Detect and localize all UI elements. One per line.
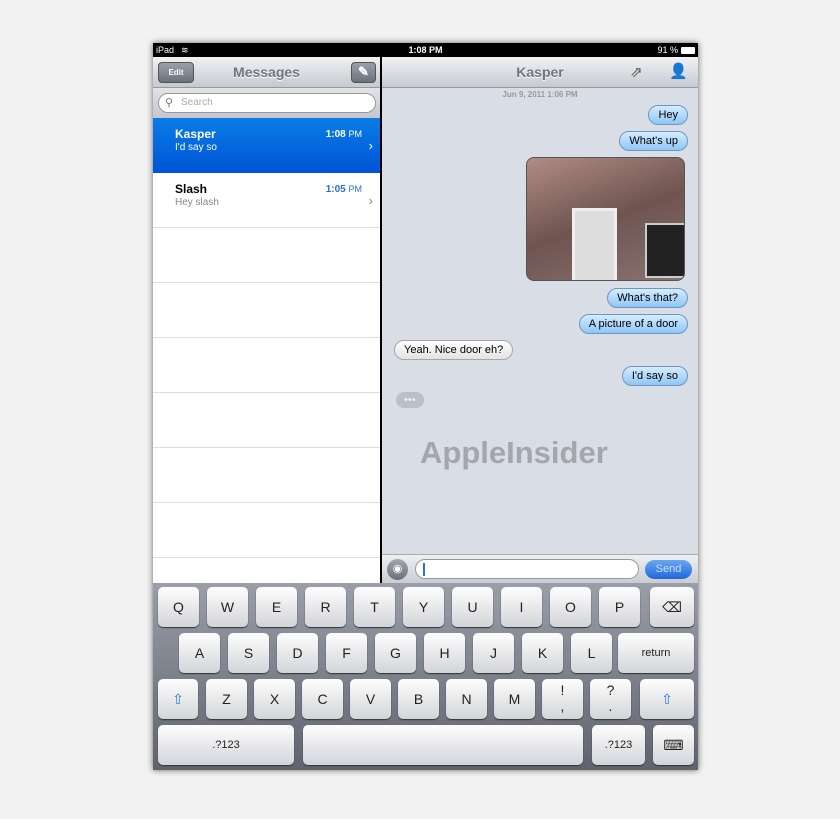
key-s[interactable]: S xyxy=(228,633,269,673)
messages-title: Messages xyxy=(233,64,300,80)
key-c[interactable]: C xyxy=(302,679,343,719)
key-question-period[interactable]: ? . xyxy=(590,679,631,719)
key-w[interactable]: W xyxy=(207,587,248,627)
search-input[interactable]: Search xyxy=(158,93,376,113)
search-icon: ⚲ xyxy=(165,97,174,109)
watermark-logo: AppleInsider xyxy=(420,435,608,470)
message-bubble: What's that? xyxy=(607,288,688,308)
key-l[interactable]: L xyxy=(571,633,612,673)
search-bar: Search ⚲ xyxy=(153,88,380,118)
key-i[interactable]: I xyxy=(501,587,542,627)
conversation-nav-bar: Kasper ⇗ 👤 xyxy=(382,57,698,88)
battery-icon xyxy=(681,47,695,54)
text-cursor xyxy=(423,563,425,576)
keyboard: Q W E R T Y U I O P ⌫ A S D F G H J K Lreturn ⇧ Z X C V B N M! ,? .… xyxy=(153,583,698,770)
photo-message[interactable] xyxy=(526,157,685,281)
key-y[interactable]: Y xyxy=(403,587,444,627)
key-k[interactable]: K xyxy=(522,633,563,673)
thread-name: Slash xyxy=(175,182,208,196)
empty-row xyxy=(153,228,380,283)
battery-percent: 91 % xyxy=(657,45,678,55)
empty-row xyxy=(153,338,380,393)
thread-time: 1:05 PM xyxy=(325,184,362,195)
key-n[interactable]: N xyxy=(446,679,487,719)
thread-preview: Hey slash xyxy=(175,197,219,208)
key-e[interactable]: E xyxy=(256,587,297,627)
list-nav-bar: Edit Messages ✎ xyxy=(153,57,380,88)
conversation-pane: Kasper ⇗ 👤 Jun 9, 2011 1:06 PM Hey What'… xyxy=(382,57,698,583)
thread-time: 1:08 PM xyxy=(325,129,362,140)
key-p[interactable]: P xyxy=(599,587,640,627)
camera-icon[interactable]: ◉ xyxy=(387,559,408,580)
compose-bar: ◉ Send xyxy=(382,554,698,583)
key-v[interactable]: V xyxy=(350,679,391,719)
send-button[interactable]: Send xyxy=(645,560,692,579)
key-m[interactable]: M xyxy=(494,679,535,719)
key-q[interactable]: Q xyxy=(158,587,199,627)
message-bubble: I'd say so xyxy=(621,366,688,386)
backspace-key[interactable]: ⌫ xyxy=(650,587,694,627)
empty-row xyxy=(153,503,380,558)
monitor-image xyxy=(645,223,684,278)
space-key[interactable] xyxy=(303,725,583,765)
key-z[interactable]: Z xyxy=(206,679,247,719)
key-g[interactable]: G xyxy=(375,633,416,673)
thread-name: Kasper xyxy=(175,127,216,141)
share-icon[interactable]: ⇗ xyxy=(630,63,643,81)
clock: 1:08 PM xyxy=(408,45,443,55)
key-j[interactable]: J xyxy=(473,633,514,673)
contact-icon[interactable]: 👤 xyxy=(669,62,688,80)
conversation-timestamp: Jun 9, 2011 1:06 PM xyxy=(502,90,578,99)
key-u[interactable]: U xyxy=(452,587,493,627)
empty-row xyxy=(153,283,380,338)
hide-keyboard-icon[interactable]: ⌨ xyxy=(653,725,694,765)
conversation-list-pane: Edit Messages ✎ Search ⚲ Kasper I'd say … xyxy=(153,57,380,583)
message-bubble: What's up xyxy=(619,131,688,151)
empty-row xyxy=(153,448,380,503)
key-b[interactable]: B xyxy=(398,679,439,719)
key-exclaim-comma[interactable]: ! , xyxy=(542,679,583,719)
thread-row-kasper[interactable]: Kasper I'd say so 1:08 PM › xyxy=(153,118,380,173)
return-key[interactable]: return xyxy=(618,633,694,673)
numbers-key-left[interactable]: .?123 xyxy=(158,725,294,765)
message-bubble: A picture of a door xyxy=(578,314,688,334)
message-input[interactable] xyxy=(415,559,639,579)
shift-key-left[interactable]: ⇧ xyxy=(158,679,198,719)
key-x[interactable]: X xyxy=(254,679,295,719)
chevron-right-icon: › xyxy=(368,138,373,153)
contact-title: Kasper xyxy=(516,64,564,80)
key-f[interactable]: F xyxy=(326,633,367,673)
key-h[interactable]: H xyxy=(424,633,465,673)
key-t[interactable]: T xyxy=(354,587,395,627)
thread-preview: I'd say so xyxy=(175,142,217,153)
ipad-screen: iPad ≋ 1:08 PM 91 % Edit Messages ✎ Sear… xyxy=(153,43,698,770)
numbers-key-right[interactable]: .?123 xyxy=(592,725,645,765)
typing-indicator: ••• xyxy=(396,392,424,408)
message-bubble: Hey xyxy=(648,105,688,125)
status-bar: iPad ≋ 1:08 PM 91 % xyxy=(153,43,698,57)
shift-key-right[interactable]: ⇧ xyxy=(640,679,694,719)
message-bubble: Yeah. Nice door eh? xyxy=(394,340,514,360)
key-d[interactable]: D xyxy=(277,633,318,673)
compose-icon[interactable]: ✎ xyxy=(351,62,376,83)
thread-row-slash[interactable]: Slash Hey slash 1:05 PM › xyxy=(153,173,380,228)
door-image xyxy=(572,208,617,280)
key-o[interactable]: O xyxy=(550,587,591,627)
key-a[interactable]: A xyxy=(179,633,220,673)
key-r[interactable]: R xyxy=(305,587,346,627)
empty-row xyxy=(153,393,380,448)
chevron-right-icon: › xyxy=(368,193,373,208)
